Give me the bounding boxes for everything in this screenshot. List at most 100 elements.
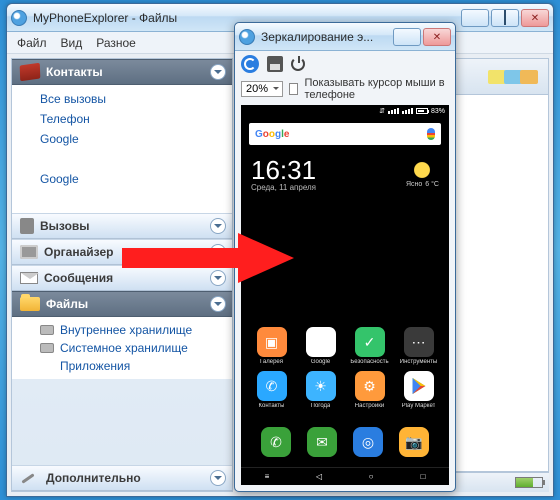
sidebar-item-blur2 [12,189,232,209]
sub-label: Внутреннее хранилище [60,323,192,337]
dock-app[interactable]: ✆ [261,427,291,457]
section-label: Контакты [46,65,103,79]
chevron-down-icon[interactable] [210,470,226,486]
cursor-label: Показывать курсор мыши в телефоне [304,77,449,101]
mirror-close-button[interactable] [423,28,451,46]
app-Галерея[interactable]: ▣Галерея [249,327,294,365]
battery-icon [416,108,428,114]
phone-screen[interactable]: ⇵ 83% Google 16:31 Среда, 11 апреля Ясно… [241,105,449,485]
app-label: Инструменты [400,359,437,365]
sidebar-item-google2[interactable]: Google [12,169,232,189]
mirror-toolbar [235,51,455,77]
app-icon: ✆ [257,371,287,401]
notification-icon: ⇵ [379,107,385,115]
phone-dock: ✆ ✉ ◎ 📷 [249,421,441,461]
fullscreen-icon[interactable] [313,57,327,71]
app-grid: ▣Галерея Google ✓Безопасность⋯Инструменты ✆… [249,327,441,409]
mirror-title-bar[interactable]: Зеркалирование э... [235,23,455,51]
sub-label: Системное хранилище [60,341,188,355]
disk-icon [40,325,54,335]
minimize-button[interactable] [461,9,489,27]
maximize-button[interactable] [491,9,519,27]
app-icon: ⚙ [355,371,385,401]
app-label: Безопасность [350,359,388,365]
nav-recent-icon[interactable]: □ [416,470,430,484]
dock-app[interactable]: 📷 [399,427,429,457]
sidebar-section-messages[interactable]: Сообщения [12,265,232,291]
app-Play Маркет[interactable]: Play Маркет [396,371,441,409]
sidebar-item-phone[interactable]: Телефон [12,109,232,129]
contacts-body: Все вызовы Телефон Google Google [12,85,232,213]
weather-cond: Ясно [406,181,422,188]
clock-time: 16:31 [251,157,316,183]
weather-widget[interactable]: Ясно6 °C [406,161,439,188]
sidebar: Контакты Все вызовы Телефон Google Googl… [11,58,233,492]
sidebar-section-organizer[interactable]: Органайзер [12,239,232,265]
app-icon [239,29,255,45]
sidebar-section-contacts[interactable]: Контакты [12,59,232,85]
section-label: Органайзер [44,245,113,259]
dock-app[interactable]: ◎ [353,427,383,457]
menu-misc[interactable]: Разное [96,36,136,50]
app-Контакты[interactable]: ✆Контакты [249,371,294,409]
sidebar-item-apps[interactable]: Приложения [12,357,232,375]
mirror-window: Зеркалирование э... 20% Показывать курсо… [234,22,456,492]
sidebar-item-google1[interactable]: Google [12,129,232,149]
mirror-title: Зеркалирование э... [261,30,393,44]
zoom-select[interactable]: 20% [241,81,283,97]
chevron-down-icon[interactable] [210,270,226,286]
chevron-down-icon[interactable] [210,244,226,260]
toolbar-folder-icons[interactable] [490,70,538,84]
chevron-down-icon[interactable] [210,218,226,234]
nav-back-icon[interactable]: ◁ [312,470,326,484]
app-label: Погода [311,403,331,409]
app-Безопасность[interactable]: ✓Безопасность [347,327,392,365]
sidebar-item-all-calls[interactable]: Все вызовы [12,89,232,109]
signal-icon [388,108,399,114]
tool-icon [20,470,40,486]
sun-icon [413,161,431,179]
sidebar-section-extra[interactable]: Дополнительно [12,465,232,491]
menu-view[interactable]: Вид [61,36,83,50]
organizer-icon [20,245,38,259]
dock-app[interactable]: ✉ [307,427,337,457]
cursor-checkbox[interactable] [289,83,298,95]
nav-menu-icon[interactable]: ≡ [260,470,274,484]
sidebar-section-calls[interactable]: Вызовы [12,213,232,239]
section-label: Файлы [46,297,88,311]
battery-pct: 83% [431,108,445,115]
calls-icon [20,218,34,234]
phone-navbar: ≡ ◁ ○ □ [241,467,449,485]
refresh-icon[interactable] [241,55,259,73]
app-Настройки[interactable]: ⚙ Настройки [347,371,392,409]
clock-date: Среда, 11 апреля [251,183,316,192]
app-label: Настройки [355,403,384,409]
mic-icon[interactable] [427,128,435,140]
menu-file[interactable]: Файл [17,36,47,50]
section-label: Сообщения [44,271,113,285]
contacts-icon [20,63,41,82]
google-search-widget[interactable]: Google [249,123,441,145]
sidebar-section-files[interactable]: Файлы [12,291,232,317]
wifi-icon [402,108,413,114]
sidebar-item-system-storage[interactable]: Системное хранилище [12,339,232,357]
close-button[interactable] [521,9,549,27]
app-Google[interactable]: Google [298,327,343,365]
clock-widget[interactable]: 16:31 Среда, 11 апреля Ясно6 °C [249,153,441,196]
app-Инструменты[interactable]: ⋯Инструменты [396,327,441,365]
app-label: Галерея [260,359,283,365]
power-icon[interactable] [291,57,305,71]
save-icon[interactable] [267,56,283,72]
phone-status-bar: ⇵ 83% [241,105,449,117]
nav-home-icon[interactable]: ○ [364,470,378,484]
sidebar-item-internal-storage[interactable]: Внутреннее хранилище [12,321,232,339]
sub-label: Приложения [60,359,130,373]
app-icon [11,10,27,26]
disk-icon [40,343,54,353]
chevron-down-icon[interactable] [210,64,226,80]
mirror-minimize-button[interactable] [393,28,421,46]
chevron-down-icon[interactable] [210,296,226,312]
section-label: Вызовы [40,219,90,233]
app-Погода[interactable]: ☀Погода [298,371,343,409]
app-label: Google [311,359,330,365]
